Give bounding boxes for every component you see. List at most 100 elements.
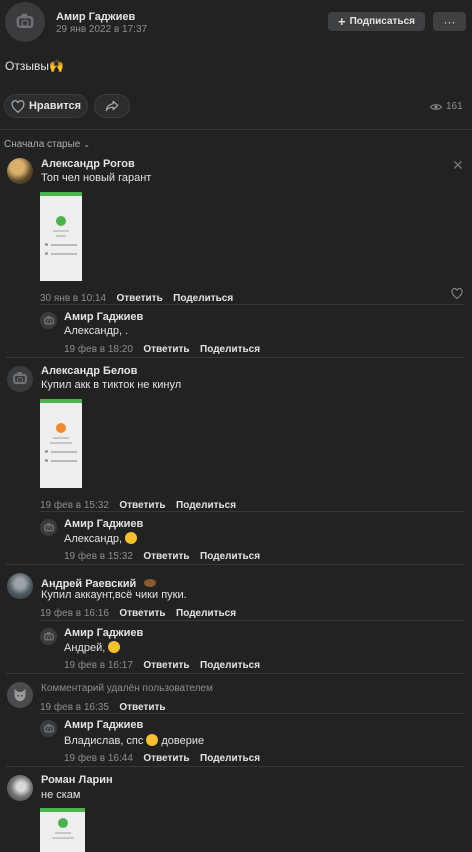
like-label: Нравится [28,100,82,112]
comment-text: Андрей, [64,642,106,654]
donut-emoji-icon [143,579,156,587]
comment-divider [40,304,464,305]
comment-author[interactable]: Амир Гаджиев [64,311,143,323]
comment-date[interactable]: 19 фев в 15:32 [40,500,109,511]
commenter-avatar[interactable] [7,775,33,801]
share-icon [105,100,119,112]
comment-date[interactable]: 19 фев в 18:20 [64,344,133,355]
camera-icon [43,315,54,324]
reply-button[interactable]: Ответить [119,702,165,713]
comment-date[interactable]: 19 фев в 16:35 [40,702,109,713]
reply-button[interactable]: Ответить [117,293,163,304]
eye-icon [430,103,442,110]
comment-text-row: Александр, [64,532,138,545]
comment-date[interactable]: 19 фев в 16:44 [64,753,133,764]
share-comment-button[interactable]: Поделиться [176,500,236,511]
comment-author[interactable]: Амир Гаджиев [64,719,143,731]
heart-icon[interactable] [451,288,463,299]
comment-text: Топ чел новый гарант [41,172,152,184]
like-button[interactable]: Нравится [4,94,88,118]
commenter-avatar[interactable] [7,158,33,184]
commenter-avatar[interactable] [7,573,33,599]
views-counter: 161 [430,101,463,112]
comment-text-row: Владислав, спс доверие [64,734,204,747]
camera-icon [43,522,54,531]
comment-author[interactable]: Амир Гаджиев [64,627,143,639]
reply-button[interactable]: Ответить [143,753,189,764]
post-date[interactable]: 29 янв 2022 в 17:37 [56,24,147,35]
comment-divider [6,766,464,767]
comment-text: Купил аккаунт,всё чики пуки. [41,589,187,601]
comment-divider [40,713,464,714]
dog-silhouette-icon [14,688,26,702]
comment-image-thumbnail[interactable] [40,192,82,281]
share-comment-button[interactable]: Поделиться [176,608,236,619]
reply-avatar[interactable] [40,628,57,645]
commenter-avatar[interactable] [7,366,33,392]
close-icon[interactable]: ✕ [452,157,464,174]
post-author-avatar[interactable] [5,2,45,42]
comment-text: Владислав, спс [64,735,144,747]
reply-button[interactable]: Ответить [143,660,189,671]
comment-meta: 19 фев в 18:20 Ответить Поделиться [64,339,260,357]
subscribe-button[interactable]: + Подписаться [328,12,425,31]
more-options-button[interactable]: ··· [433,12,466,31]
post-text: Отзывы🙌 [5,59,64,73]
camera-icon [16,13,34,28]
comment-meta: 19 фев в 16:16 Ответить Поделиться [40,603,236,621]
reply-button[interactable]: Ответить [143,344,189,355]
grin-emoji-icon [146,734,159,746]
smile-emoji-icon [108,641,121,653]
comment-text: не скам [41,789,81,801]
post-author-name[interactable]: Амир Гаджиев [56,11,135,23]
comment-author[interactable]: Роман Ларин [41,774,113,786]
comment-date[interactable]: 19 фев в 15:32 [64,551,133,562]
comment-text-after: доверие [161,735,205,747]
share-comment-button[interactable]: Поделиться [173,293,233,304]
subscribe-label: Подписаться [349,16,415,27]
share-comment-button[interactable]: Поделиться [200,753,260,764]
comment-text: Александр, [64,533,123,545]
reply-avatar[interactable] [40,519,57,536]
comment-author[interactable]: Александр Белов [41,365,137,377]
comment-date[interactable]: 30 янв в 10:14 [40,293,106,304]
sort-dropdown[interactable]: Сначала старые ⌄ [4,139,90,150]
reply-avatar[interactable] [40,312,57,329]
share-button[interactable] [94,94,130,118]
deleted-user-avatar [7,682,33,708]
comment-divider [6,673,464,674]
comment-meta: 19 фев в 16:17 Ответить Поделиться [64,655,260,673]
comment-text: Александр, . [64,325,129,337]
comment-divider [40,620,464,621]
share-comment-button[interactable]: Поделиться [200,660,260,671]
more-icon: ··· [443,14,456,29]
camera-icon [43,631,54,640]
reply-button[interactable]: Ответить [143,551,189,562]
camera-icon [13,372,27,384]
views-count: 161 [446,101,463,112]
share-comment-button[interactable]: Поделиться [200,344,260,355]
chevron-down-icon: ⌄ [83,140,91,149]
share-comment-button[interactable]: Поделиться [200,551,260,562]
avatar-photo [7,573,33,599]
reply-button[interactable]: Ответить [119,608,165,619]
reply-avatar[interactable] [40,720,57,737]
plus-icon: + [338,13,346,29]
comment-divider [40,511,464,512]
comment-author[interactable]: Амир Гаджиев [64,518,143,530]
comment-meta: 19 фев в 16:44 Ответить Поделиться [64,748,260,766]
comment-text: Купил акк в тикток не кинул [41,379,182,391]
comment-date[interactable]: 19 фев в 16:17 [64,660,133,671]
heart-icon [11,99,25,113]
comment-image-thumbnail[interactable] [40,399,82,488]
sort-label: Сначала старые [4,139,81,150]
comment-author[interactable]: Александр Рогов [41,158,135,170]
comment-date[interactable]: 19 фев в 16:16 [40,608,109,619]
avatar-photo [7,158,33,184]
reply-button[interactable]: Ответить [119,500,165,511]
comment-text-row: Андрей, [64,641,121,654]
comment-image-thumbnail[interactable] [40,808,85,852]
deleted-comment-text: Комментарий удалён пользователем [41,683,213,694]
comment-meta: 19 фев в 15:32 Ответить Поделиться [64,546,260,564]
comment-divider [6,564,464,565]
